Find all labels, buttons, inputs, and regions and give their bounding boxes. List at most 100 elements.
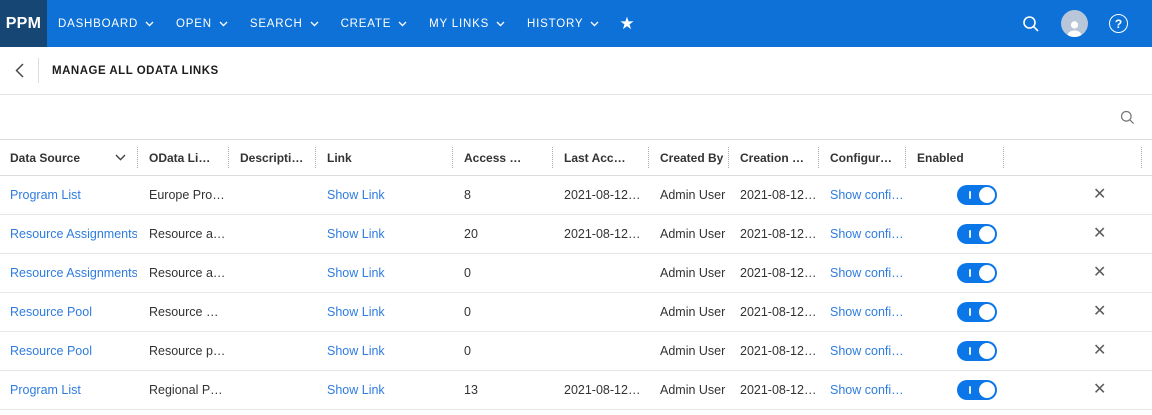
global-search-icon[interactable] (1022, 15, 1040, 33)
cell-enabled (905, 185, 1003, 205)
show-link[interactable]: Show Link (327, 383, 385, 397)
cell-configuration: Show confi… (818, 266, 905, 280)
column-label: Access … (464, 151, 521, 165)
show-configuration-link[interactable]: Show confi… (830, 188, 904, 202)
delete-icon[interactable]: ✕ (1093, 343, 1106, 359)
cell-access-count: 8 (452, 188, 552, 202)
data-source-link[interactable]: Program List (10, 188, 81, 202)
delete-icon[interactable]: ✕ (1093, 265, 1106, 281)
cell-odata-link-name: Resource p… (137, 344, 228, 358)
show-configuration-link[interactable]: Show confi… (830, 305, 904, 319)
cell-access-count: 20 (452, 227, 552, 241)
show-configuration-link[interactable]: Show confi… (830, 344, 904, 358)
cell-last-accessed: 2021-08-12… (552, 383, 648, 397)
menu-item-label: HISTORY (527, 18, 583, 30)
column-header-data-source[interactable]: Data Source (0, 140, 137, 175)
table-search-icon[interactable] (1120, 110, 1135, 125)
cell-delete: ✕ (1003, 304, 1152, 320)
chevron-down-icon (496, 21, 505, 27)
column-label: Last Acc… (564, 151, 626, 165)
data-source-link[interactable]: Resource Pool (10, 344, 92, 358)
column-header-link[interactable]: Link (315, 140, 452, 175)
enabled-toggle[interactable] (957, 185, 997, 205)
toggle-on-indicator (969, 386, 971, 394)
column-label: Created By (660, 151, 723, 165)
table-body: Program List Europe Pro… Show Link 8 202… (0, 176, 1152, 410)
cell-data-source: Resource Assignments (0, 227, 137, 241)
data-source-link[interactable]: Resource Pool (10, 305, 92, 319)
chevron-down-icon (219, 21, 228, 27)
column-header-created-by[interactable]: Created By (648, 140, 728, 175)
main-menu: DASHBOARD OPEN SEARCH CREATE MY LINKS HI… (47, 0, 610, 47)
cell-enabled (905, 341, 1003, 361)
delete-icon[interactable]: ✕ (1093, 304, 1106, 320)
menu-item-dashboard[interactable]: DASHBOARD (47, 0, 165, 47)
cell-created-by: Admin User (648, 266, 728, 280)
column-label: Data Source (10, 151, 80, 165)
toggle-on-indicator (969, 347, 971, 355)
column-header-description[interactable]: Descripti… (228, 140, 315, 175)
chevron-down-icon (145, 21, 154, 27)
enabled-toggle[interactable] (957, 302, 997, 322)
menu-item-history[interactable]: HISTORY (516, 0, 610, 47)
show-link[interactable]: Show Link (327, 227, 385, 241)
cell-created-by: Admin User (648, 305, 728, 319)
cell-link: Show Link (315, 227, 452, 241)
toggle-knob (979, 382, 995, 398)
menu-item-create[interactable]: CREATE (330, 0, 419, 47)
back-chevron-icon[interactable] (15, 63, 24, 78)
user-avatar[interactable] (1061, 10, 1088, 37)
table-header: Data Source OData Li… Descripti… Link Ac… (0, 139, 1152, 176)
enabled-toggle[interactable] (957, 380, 997, 400)
column-label: OData Li… (149, 151, 210, 165)
menu-item-search[interactable]: SEARCH (239, 0, 330, 47)
show-link[interactable]: Show Link (327, 344, 385, 358)
cell-data-source: Resource Pool (0, 305, 137, 319)
favorites-star-icon[interactable]: ★ (619, 15, 634, 32)
menu-item-label: SEARCH (250, 18, 303, 30)
cell-creation-date: 2021-08-12… (728, 266, 818, 280)
column-header-enabled[interactable]: Enabled (905, 140, 1003, 175)
menu-item-my-links[interactable]: MY LINKS (418, 0, 516, 47)
cell-creation-date: 2021-08-12… (728, 188, 818, 202)
enabled-toggle[interactable] (957, 263, 997, 283)
data-source-link[interactable]: Resource Assignments (10, 227, 137, 241)
toggle-on-indicator (969, 308, 971, 316)
divider (38, 58, 39, 83)
cell-configuration: Show confi… (818, 305, 905, 319)
toggle-knob (979, 265, 995, 281)
enabled-toggle[interactable] (957, 224, 997, 244)
data-source-link[interactable]: Program List (10, 383, 81, 397)
help-icon[interactable]: ? (1109, 14, 1128, 33)
cell-odata-link-name: Resource … (137, 305, 228, 319)
chevron-down-icon (398, 21, 407, 27)
cell-created-by: Admin User (648, 344, 728, 358)
cell-last-accessed: 2021-08-12… (552, 227, 648, 241)
delete-icon[interactable]: ✕ (1093, 187, 1106, 203)
column-header-access[interactable]: Access … (452, 140, 552, 175)
delete-icon[interactable]: ✕ (1093, 382, 1106, 398)
show-link[interactable]: Show Link (327, 305, 385, 319)
menu-item-open[interactable]: OPEN (165, 0, 239, 47)
show-configuration-link[interactable]: Show confi… (830, 383, 904, 397)
column-header-configuration[interactable]: Configur… (818, 140, 905, 175)
chevron-down-icon (590, 21, 599, 27)
cell-link: Show Link (315, 305, 452, 319)
column-header-last-accessed[interactable]: Last Acc… (552, 140, 648, 175)
delete-icon[interactable]: ✕ (1093, 226, 1106, 242)
cell-data-source: Program List (0, 188, 137, 202)
column-label: Enabled (917, 151, 964, 165)
chevron-down-icon[interactable] (115, 154, 126, 161)
enabled-toggle[interactable] (957, 341, 997, 361)
menu-item-label: MY LINKS (429, 18, 489, 30)
column-header-creation-date[interactable]: Creation … (728, 140, 818, 175)
cell-link: Show Link (315, 188, 452, 202)
table-row: Program List Europe Pro… Show Link 8 202… (0, 176, 1152, 215)
show-link[interactable]: Show Link (327, 188, 385, 202)
column-header-odata-link[interactable]: OData Li… (137, 140, 228, 175)
show-link[interactable]: Show Link (327, 266, 385, 280)
show-configuration-link[interactable]: Show confi… (830, 266, 904, 280)
data-source-link[interactable]: Resource Assignments (10, 266, 137, 280)
app-logo[interactable]: PPM (0, 0, 47, 47)
show-configuration-link[interactable]: Show confi… (830, 227, 904, 241)
